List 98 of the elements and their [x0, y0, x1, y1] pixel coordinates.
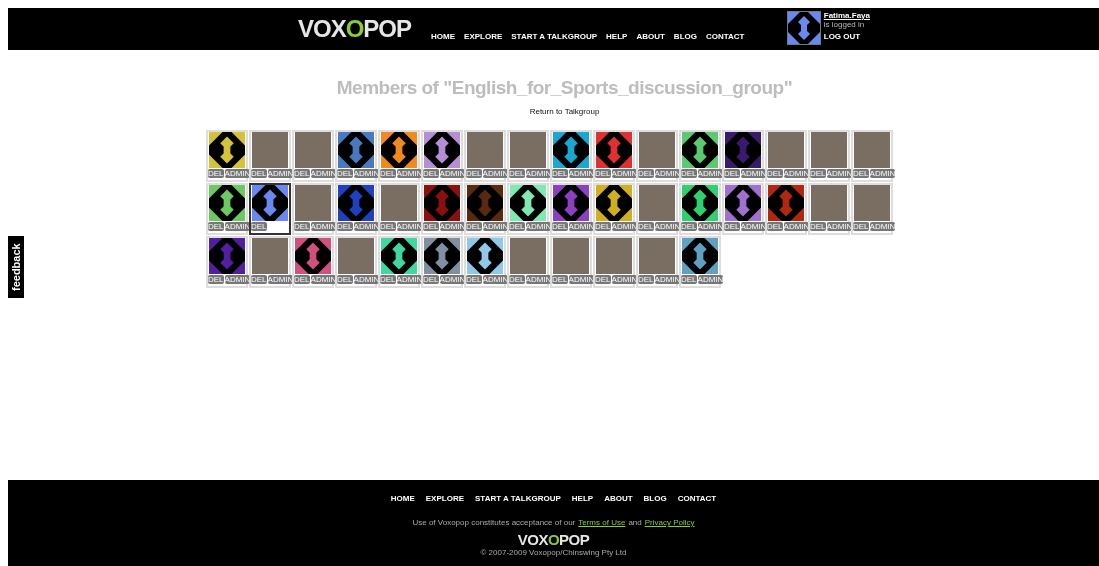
photo-placeholder	[639, 132, 675, 168]
photo-placeholder	[338, 238, 374, 274]
member-action-button[interactable]: DEL	[466, 222, 482, 231]
member-card[interactable]: DEL ADMIN	[851, 130, 893, 182]
member-action-button[interactable]: DEL	[638, 222, 654, 231]
footer-nav-link[interactable]: HELP	[571, 494, 594, 503]
member-action-button[interactable]: DEL	[595, 222, 611, 231]
member-card[interactable]: DEL ADMIN	[851, 183, 893, 235]
member-action-button[interactable]: DEL	[380, 275, 396, 284]
footer-nav-link[interactable]: ABOUT	[604, 494, 633, 503]
member-action-button[interactable]: DEL	[423, 222, 439, 231]
member-action-button[interactable]: DEL	[552, 275, 568, 284]
photo-placeholder	[596, 238, 632, 274]
member-action-button[interactable]: DEL	[853, 222, 869, 231]
member-action-button[interactable]: DEL	[595, 275, 611, 284]
member-action-button[interactable]: DEL	[208, 222, 224, 231]
member-action-button[interactable]: DEL	[208, 169, 224, 178]
member-action-button[interactable]: DEL	[380, 222, 396, 231]
photo-placeholder	[467, 132, 503, 168]
photo-placeholder	[854, 132, 890, 168]
member-action-button[interactable]: DEL	[724, 222, 740, 231]
member-action-button[interactable]: DEL	[767, 169, 783, 178]
member-action-button[interactable]: DEL	[810, 169, 826, 178]
footer-nav-link[interactable]: CONTACT	[677, 494, 717, 503]
nav-link[interactable]: HOME	[431, 32, 456, 41]
logout-link[interactable]: LOG OUT	[823, 32, 870, 41]
voxopop-logo[interactable]: VOXOPOP	[298, 15, 412, 43]
photo-placeholder	[510, 238, 546, 274]
photo-placeholder	[639, 238, 675, 274]
member-action-button[interactable]: DEL	[638, 275, 654, 284]
member-action-button[interactable]: DEL	[509, 222, 525, 231]
nav-link[interactable]: START A TALKGROUP	[511, 32, 598, 41]
member-action-button[interactable]: DEL	[294, 222, 310, 231]
member-action-button[interactable]: DEL	[724, 169, 740, 178]
photo-placeholder	[768, 132, 804, 168]
photo-placeholder	[252, 132, 288, 168]
member-action-button[interactable]: DEL	[423, 169, 439, 178]
member-action-button[interactable]: DEL	[251, 169, 267, 178]
nav-link[interactable]: ABOUT	[636, 32, 665, 41]
nav-link[interactable]: CONTACT	[705, 32, 745, 41]
member-action-button[interactable]: DEL	[638, 169, 654, 178]
member-action-button[interactable]: DEL	[681, 222, 697, 231]
footer-notice: Use of Voxopop constitutes acceptance of our	[412, 518, 576, 527]
member-action-button[interactable]: DEL	[509, 169, 525, 178]
member-action-button[interactable]: ADMIN	[869, 169, 896, 178]
member-action-button[interactable]: DEL	[466, 169, 482, 178]
member-action-button[interactable]: DEL	[767, 222, 783, 231]
nav-link[interactable]: HELP	[606, 32, 628, 41]
footer-nav-link[interactable]: EXPLORE	[425, 494, 464, 503]
copyright-text: © 2007-2009 Voxopop/Chinswing Pty Ltd	[480, 548, 627, 558]
photo-placeholder	[252, 238, 288, 274]
member-action-button[interactable]: DEL	[466, 275, 482, 284]
photo-placeholder	[639, 185, 675, 221]
member-action-button[interactable]: DEL	[681, 275, 697, 284]
member-action-button[interactable]: DEL	[337, 222, 353, 231]
member-action-button[interactable]: DEL	[251, 275, 267, 284]
feedback-tab[interactable]: feedback	[8, 236, 24, 298]
member-action-button[interactable]: DEL	[294, 275, 310, 284]
member-action-button[interactable]: DEL	[337, 169, 353, 178]
photo-placeholder	[295, 132, 331, 168]
member-action-button[interactable]: DEL	[552, 222, 568, 231]
member-action-button[interactable]: DEL	[509, 275, 525, 284]
member-action-button[interactable]: DEL	[208, 275, 224, 284]
member-action-button[interactable]: ADMIN	[869, 222, 896, 231]
member-action-button[interactable]: DEL	[337, 275, 353, 284]
page-title: Members of "English_for_Sports_discussion_group"	[336, 77, 793, 99]
member-action-button[interactable]: DEL	[294, 169, 310, 178]
user-avatar-pattern	[787, 12, 820, 44]
footer-nav-link[interactable]: BLOG	[643, 494, 667, 503]
member-action-button[interactable]: ADMIN	[697, 275, 724, 284]
voxopop-logo[interactable]: VOXOPOP	[517, 532, 590, 548]
nav-link[interactable]: EXPLORE	[464, 32, 503, 41]
username-link[interactable]: Fatima.Faya	[823, 11, 870, 20]
footer-nav-link[interactable]: START A TALKGROUP	[475, 494, 561, 503]
member-card[interactable]: DEL ADMIN	[679, 236, 721, 288]
login-status: is logged in	[823, 20, 866, 29]
member-action-button[interactable]: DEL	[251, 222, 267, 231]
photo-placeholder	[510, 132, 546, 168]
terms-link[interactable]: Terms of Use	[578, 518, 626, 527]
footer-notice: and	[628, 518, 642, 527]
member-action-button[interactable]: DEL	[595, 169, 611, 178]
footer-nav-link[interactable]: HOME	[390, 494, 415, 503]
member-action-button[interactable]: DEL	[853, 169, 869, 178]
member-action-button[interactable]: DEL	[423, 275, 439, 284]
member-action-button[interactable]: DEL	[380, 169, 396, 178]
member-action-button[interactable]: DEL	[552, 169, 568, 178]
member-action-button[interactable]: DEL	[810, 222, 826, 231]
photo-placeholder	[811, 185, 847, 221]
member-action-button[interactable]: DEL	[681, 169, 697, 178]
photo-placeholder	[553, 238, 589, 274]
photo-placeholder	[381, 185, 417, 221]
member-card[interactable]: DEL	[249, 183, 291, 235]
privacy-link[interactable]: Privacy Policy	[644, 518, 695, 527]
return-link[interactable]: Return to Talkgroup	[529, 107, 600, 116]
photo-placeholder	[295, 185, 331, 221]
nav-link[interactable]: BLOG	[673, 32, 697, 41]
photo-placeholder	[811, 132, 847, 168]
photo-placeholder	[854, 185, 890, 221]
